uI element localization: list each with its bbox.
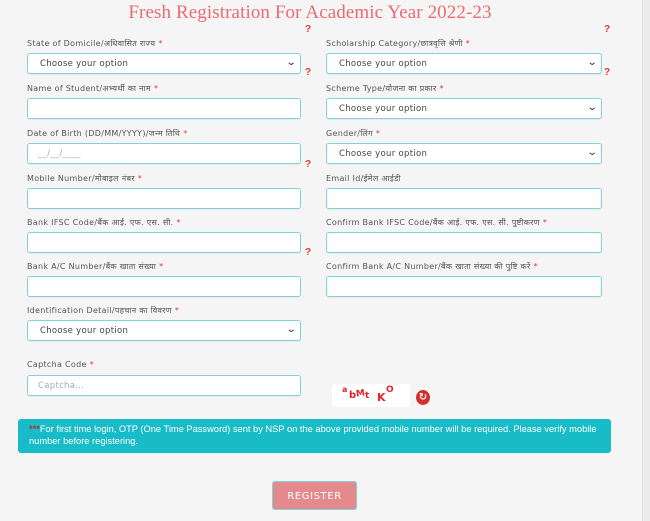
select-value: Choose your option: [40, 326, 129, 336]
help-icon-state[interactable]: ?: [305, 24, 311, 35]
state-of-domicile-label: State of Domicile/अधिवासित राज्य *: [27, 38, 163, 49]
help-icon-scholarship-category[interactable]: ?: [604, 24, 610, 35]
otp-notice: ***For first time login, OTP (One Time P…: [18, 419, 611, 453]
label-text: Scholarship Category/छात्रवृत्ति श्रेणी: [326, 39, 463, 48]
identification-detail-select[interactable]: Choose your option ⌄: [27, 320, 301, 341]
label-text: Mobile Number/मोबाइल नंबर: [27, 174, 135, 183]
captcha-char: a: [342, 385, 348, 394]
label-text: Confirm Bank A/C Number/बैंक खाता संख्या…: [326, 262, 531, 271]
chevron-down-icon: ⌄: [586, 102, 598, 113]
captcha-image: a b M t K O: [332, 384, 410, 407]
scholarship-category-label: Scholarship Category/छात्रवृत्ति श्रेणी *: [326, 38, 470, 49]
bank-ifsc-input[interactable]: [27, 232, 301, 253]
email-id-input[interactable]: [326, 188, 602, 209]
label-text: Name of Student/अभ्यर्थी का नाम: [27, 84, 151, 93]
label-text: Captcha Code: [27, 360, 87, 369]
required-marker: *: [174, 306, 180, 315]
select-value: Choose your option: [40, 59, 129, 69]
help-icon-scheme-type[interactable]: ?: [604, 67, 610, 78]
select-value: Choose your option: [339, 104, 428, 114]
email-id-label: Email Id/ईमेल आईडी: [326, 173, 401, 184]
label-text: State of Domicile/अधिवासित राज्य: [27, 39, 156, 48]
label-text: Bank A/C Number/बैंक खाता संख्या: [27, 262, 157, 271]
mobile-number-label: Mobile Number/मोबाइल नंबर *: [27, 173, 142, 184]
identification-detail-label: Identification Detail/पहचान का विवरण *: [27, 305, 179, 316]
required-marker: *: [137, 174, 143, 183]
mobile-number-input[interactable]: [27, 188, 301, 209]
confirm-bank-ifsc-input[interactable]: [326, 232, 602, 253]
required-marker: *: [465, 39, 471, 48]
chevron-down-icon: ⌄: [285, 57, 297, 68]
label-text: Identification Detail/पहचान का विवरण: [27, 306, 172, 315]
bank-account-label: Bank A/C Number/बैंक खाता संख्या *: [27, 261, 163, 272]
required-marker: *: [176, 218, 181, 227]
confirm-bank-account-label: Confirm Bank A/C Number/बैंक खाता संख्या…: [326, 261, 538, 272]
chevron-down-icon: ⌄: [285, 324, 297, 335]
gender-label: Gender/लिंग *: [326, 128, 380, 139]
label-text: Gender/लिंग: [326, 129, 373, 138]
required-marker: *: [158, 39, 163, 48]
name-of-student-label: Name of Student/अभ्यर्थी का नाम *: [27, 83, 158, 94]
help-icon-dob[interactable]: ?: [305, 159, 311, 170]
captcha-char: O: [386, 385, 394, 395]
captcha-label: Captcha Code *: [27, 360, 94, 369]
page-title: Fresh Registration For Academic Year 202…: [128, 2, 492, 23]
scheme-type-label: Scheme Type/योजना का प्रकार *: [326, 83, 444, 94]
label-text: Date of Birth (DD/MM/YYYY)/जन्म तिथि: [27, 129, 181, 138]
required-marker: *: [183, 129, 188, 138]
page-scrollbar[interactable]: [642, 0, 650, 521]
help-icon-bank-ifsc[interactable]: ?: [305, 247, 311, 258]
required-marker: *: [153, 84, 159, 93]
select-value: Choose your option: [339, 149, 428, 159]
refresh-captcha-icon[interactable]: ↻: [416, 390, 430, 405]
notice-stars: ***: [29, 424, 40, 434]
required-marker: *: [542, 218, 548, 227]
date-of-birth-input[interactable]: __/__/____: [27, 143, 301, 164]
name-of-student-input[interactable]: [27, 98, 301, 119]
captcha-input[interactable]: Captcha...: [27, 375, 301, 396]
scheme-type-select[interactable]: Choose your option ⌄: [326, 98, 602, 119]
captcha-char: t: [365, 391, 370, 401]
date-placeholder: __/__/____: [38, 149, 81, 159]
bank-account-input[interactable]: [27, 276, 301, 297]
confirm-bank-ifsc-label: Confirm Bank IFSC Code/बैंक आई. एफ. एस. …: [326, 217, 547, 228]
captcha-placeholder: Captcha...: [38, 381, 85, 391]
required-marker: *: [375, 129, 381, 138]
date-of-birth-label: Date of Birth (DD/MM/YYYY)/जन्म तिथि *: [27, 128, 188, 139]
required-marker: *: [89, 360, 95, 369]
required-marker: *: [439, 84, 444, 93]
notice-text: For first time login, OTP (One Time Pass…: [29, 424, 597, 446]
bank-ifsc-label: Bank IFSC Code/बैंक आई. एफ. एस. सी. *: [27, 217, 181, 228]
register-button[interactable]: REGISTER: [272, 481, 357, 510]
scholarship-category-select[interactable]: Choose your option ⌄: [326, 53, 602, 74]
label-text: Bank IFSC Code/बैंक आई. एफ. एस. सी.: [27, 218, 174, 227]
chevron-down-icon: ⌄: [586, 57, 598, 68]
captcha-char: K: [377, 391, 386, 404]
label-text: Email Id/ईमेल आईडी: [326, 174, 401, 183]
state-of-domicile-select[interactable]: Choose your option ⌄: [27, 53, 301, 74]
select-value: Choose your option: [339, 59, 428, 69]
confirm-bank-account-input[interactable]: [326, 276, 602, 297]
label-text: Confirm Bank IFSC Code/बैंक आई. एफ. एस. …: [326, 218, 540, 227]
label-text: Scheme Type/योजना का प्रकार: [326, 84, 437, 93]
help-icon-name[interactable]: ?: [305, 67, 311, 78]
required-marker: *: [159, 262, 164, 271]
required-marker: *: [533, 262, 538, 271]
gender-select[interactable]: Choose your option ⌄: [326, 143, 602, 164]
chevron-down-icon: ⌄: [586, 147, 598, 158]
